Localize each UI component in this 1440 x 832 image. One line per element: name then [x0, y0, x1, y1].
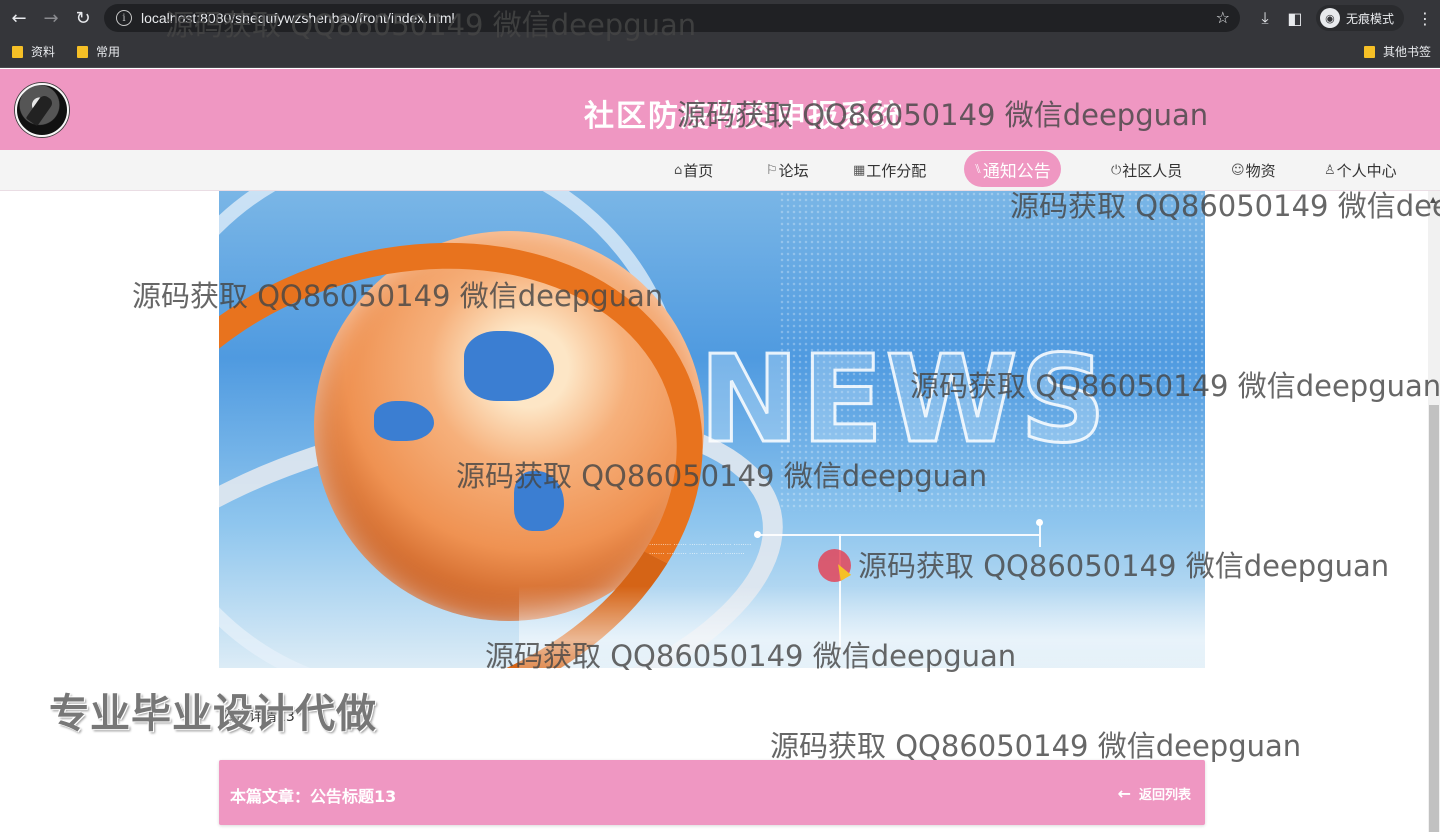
- forward-icon[interactable]: →: [38, 5, 64, 31]
- news-graphic-text: NEWS: [697, 330, 1109, 472]
- back-to-list-label: 返回列表: [1138, 788, 1191, 803]
- nav-item-community-staff[interactable]: ⏻ 社区人员: [1111, 160, 1182, 181]
- incognito-icon: ◉: [1319, 8, 1340, 28]
- nav-item-work-assignment[interactable]: ▦ 工作分配: [853, 160, 926, 181]
- back-icon[interactable]: ←: [6, 5, 32, 31]
- user-icon: ♙: [1324, 163, 1336, 178]
- folder-icon: [77, 45, 88, 58]
- main-nav: ⌂ 首页 ⚐ 论坛 ▦ 工作分配 ⑊ 通知公告 ⏻ 社区人员 ☺ 物资 ♙ 个人中心: [0, 150, 1440, 191]
- notice-icon: ⑊: [974, 161, 982, 177]
- flag-icon: ⚐: [766, 163, 778, 178]
- bookmark-star-icon[interactable]: ☆: [1216, 8, 1230, 27]
- incognito-badge[interactable]: ◉ 无痕模式: [1315, 5, 1404, 31]
- back-to-list-button[interactable]: ← 返回列表: [1118, 784, 1191, 803]
- watermark-text: 源码获取 QQ86050149 微信deepguan: [770, 729, 1302, 763]
- sidepanel-icon[interactable]: ◧: [1280, 9, 1310, 28]
- home-icon: ⌂: [674, 163, 683, 178]
- nav-item-forum[interactable]: ⚐ 论坛: [766, 160, 809, 181]
- nav-item-home[interactable]: ⌂ 首页: [674, 160, 713, 181]
- menu-icon[interactable]: ⋮: [1410, 9, 1440, 28]
- site-logo[interactable]: [15, 83, 69, 137]
- promo-overlay-text: 专业毕业设计代做: [49, 691, 377, 737]
- site-title: 社区防疫物资申报系统: [584, 99, 904, 134]
- current-article-title: 本篇文章：公告标题13: [230, 787, 397, 806]
- bookmark-folder[interactable]: 常用: [77, 43, 120, 60]
- power-icon: ⏻: [1111, 163, 1122, 178]
- article-bar: 本篇文章：公告标题13 ← 返回列表: [219, 760, 1205, 825]
- nav-item-personal-center[interactable]: ♙ 个人中心: [1324, 160, 1397, 181]
- download-icon[interactable]: ⤓: [1250, 8, 1280, 28]
- address-bar[interactable]: i localhost:8080/shequfywzshenbao/front/…: [104, 4, 1240, 32]
- scrollbar-thumb[interactable]: [1429, 405, 1439, 832]
- page-scrollbar[interactable]: ▲: [1428, 191, 1440, 832]
- nav-item-notices[interactable]: ⑊ 通知公告: [964, 151, 1061, 187]
- folder-icon: [1364, 45, 1375, 58]
- incognito-label: 无痕模式: [1345, 11, 1394, 26]
- supplies-icon: ☺: [1231, 163, 1245, 178]
- bookmarks-bar: 资料 常用 其他书签: [0, 36, 1440, 68]
- other-bookmarks[interactable]: 其他书签: [1364, 43, 1431, 60]
- reload-icon[interactable]: ↻: [70, 5, 96, 31]
- notice-banner-image: NEWS ·········· ······ ········ ········…: [219, 191, 1205, 668]
- browser-toolbar: ← → ↻ i localhost:8080/shequfywzshenbao/…: [0, 0, 1440, 36]
- grid-icon: ▦: [853, 163, 866, 178]
- site-header: 社区防疫物资申报系统: [0, 69, 1440, 150]
- url-text[interactable]: localhost:8080/shequfywzshenbao/front/in…: [141, 10, 455, 26]
- scroll-up-icon[interactable]: ▲: [1430, 195, 1436, 204]
- site-info-icon[interactable]: i: [116, 10, 132, 26]
- arrow-left-icon: ←: [1117, 784, 1131, 803]
- bookmark-folder[interactable]: 资料: [12, 43, 55, 60]
- nav-item-supplies[interactable]: ☺ 物资: [1231, 160, 1276, 181]
- folder-icon: [12, 45, 23, 58]
